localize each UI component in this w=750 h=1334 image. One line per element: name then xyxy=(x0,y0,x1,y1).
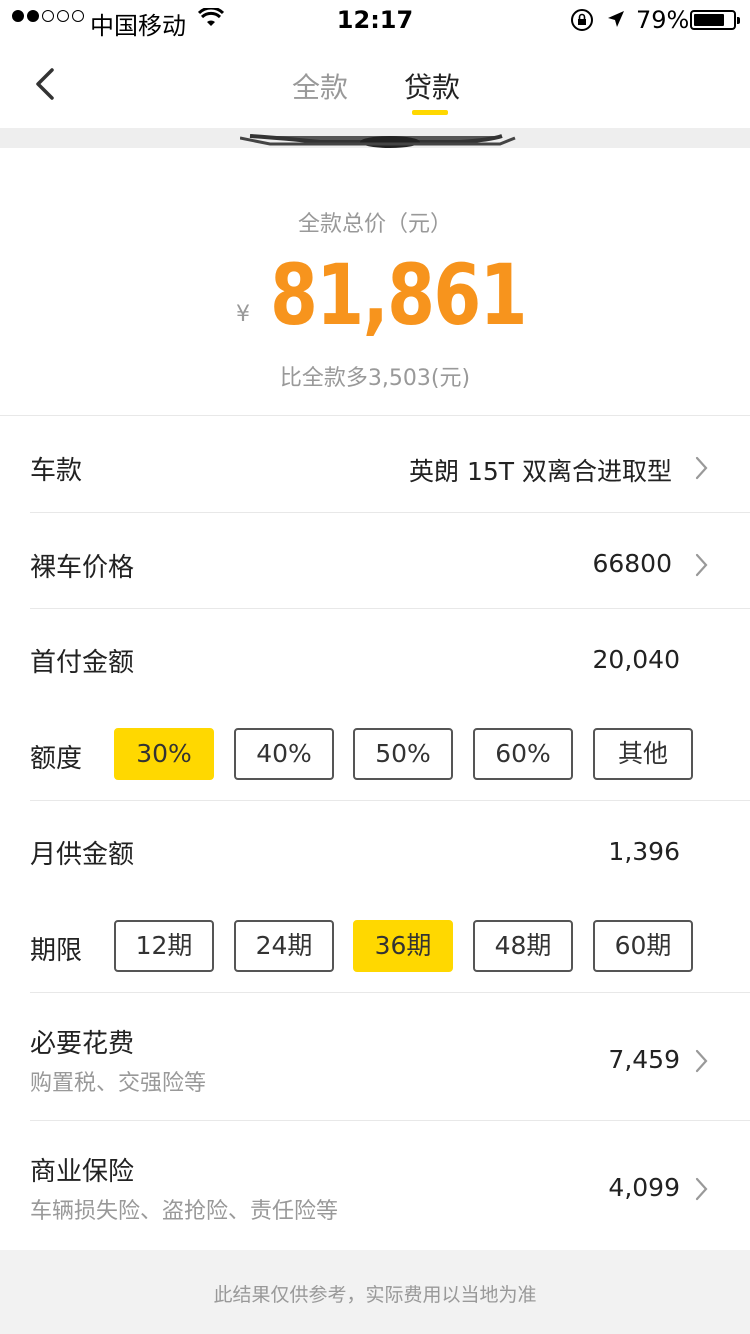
currency-symbol: ¥ xyxy=(236,302,250,327)
bare-price-label: 裸车价格 xyxy=(30,553,135,583)
ratio-option-30[interactable]: 30% xyxy=(114,728,214,780)
monthly-payment-label: 月供金额 xyxy=(30,840,135,870)
term-option-36[interactable]: 36期 xyxy=(353,920,453,972)
battery-percentage: 79% xyxy=(636,6,690,34)
term-option-24[interactable]: 24期 xyxy=(234,920,334,972)
commercial-insurance-desc: 车辆损失险、盗抢险、责任险等 xyxy=(30,1199,339,1224)
ratio-option-other[interactable]: 其他 xyxy=(593,728,693,780)
ratio-option-60[interactable]: 60% xyxy=(473,728,573,780)
car-model-label: 车款 xyxy=(30,456,83,486)
price-difference: 比全款多3,503(元) xyxy=(279,366,471,391)
necessary-expenses-desc: 购置税、交强险等 xyxy=(30,1071,207,1096)
commercial-insurance-row[interactable]: 商业保险 车辆损失险、盗抢险、责任险等 4,099 xyxy=(30,1121,750,1249)
chevron-right-icon xyxy=(695,456,708,480)
term-option-60[interactable]: 60期 xyxy=(593,920,693,972)
chevron-left-icon[interactable] xyxy=(28,62,68,106)
ratio-label: 额度 xyxy=(30,744,83,774)
tab-full-payment[interactable]: 全款 xyxy=(292,66,348,106)
car-image xyxy=(0,128,750,148)
term-label: 期限 xyxy=(30,936,83,966)
down-payment-value: 20,040 xyxy=(592,645,680,674)
chevron-right-icon xyxy=(695,1049,708,1073)
term-option-12[interactable]: 12期 xyxy=(114,920,214,972)
monthly-payment-value: 1,396 xyxy=(608,837,680,866)
ratio-option-50[interactable]: 50% xyxy=(353,728,453,780)
down-payment-row: 首付金额 20,040 xyxy=(30,609,750,705)
nav-bar: 全款 贷款 xyxy=(0,40,750,128)
price-summary: 全款总价（元） ¥ 81,861 比全款多3,503(元) xyxy=(0,148,750,416)
tab-active-indicator xyxy=(412,110,448,115)
necessary-expenses-value: 7,459 xyxy=(608,1045,680,1074)
tab-loan[interactable]: 贷款 xyxy=(404,66,460,106)
bare-price-row[interactable]: 裸车价格 66800 xyxy=(30,513,750,608)
rotation-lock-icon xyxy=(571,9,593,31)
total-price-value: 81,861 xyxy=(270,246,528,344)
term-option-48[interactable]: 48期 xyxy=(473,920,573,972)
chevron-right-icon xyxy=(695,553,708,577)
down-payment-label: 首付金额 xyxy=(30,648,135,678)
ratio-option-40[interactable]: 40% xyxy=(234,728,334,780)
commercial-insurance-label: 商业保险 xyxy=(30,1157,135,1187)
commercial-insurance-value: 4,099 xyxy=(608,1173,680,1202)
car-model-value: 英朗 15T 双离合进取型 xyxy=(409,457,672,486)
battery-icon xyxy=(690,10,740,30)
total-price-label: 全款总价（元） xyxy=(297,212,452,237)
location-arrow-icon xyxy=(608,11,624,27)
bare-price-value: 66800 xyxy=(592,549,672,578)
status-bar: 中国移动 12:17 79% xyxy=(0,0,750,40)
chevron-right-icon xyxy=(695,1177,708,1201)
footer: 此结果仅供参考，实际费用以当地为准 xyxy=(0,1250,750,1334)
necessary-expenses-label: 必要花费 xyxy=(30,1029,135,1059)
monthly-payment-row: 月供金额 1,396 xyxy=(30,801,750,897)
necessary-expenses-row[interactable]: 必要花费 购置税、交强险等 7,459 xyxy=(30,993,750,1120)
disclaimer-text: 此结果仅供参考，实际费用以当地为准 xyxy=(213,1284,537,1306)
car-model-row[interactable]: 车款 英朗 15T 双离合进取型 xyxy=(30,416,750,512)
